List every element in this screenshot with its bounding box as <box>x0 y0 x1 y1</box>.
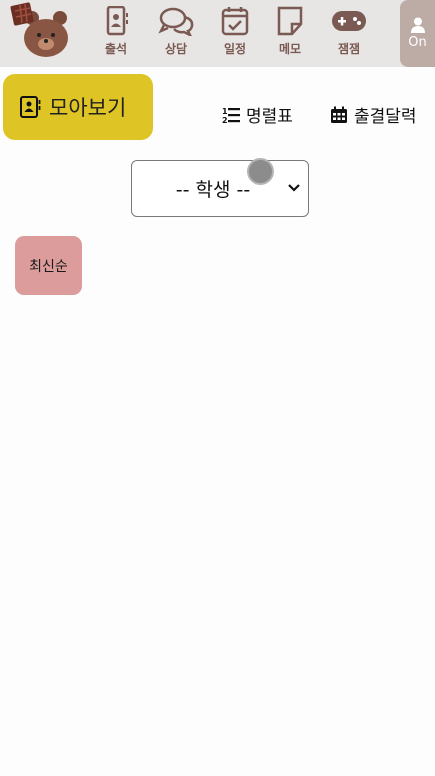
nav-label-counseling: 상담 <box>164 42 188 56</box>
attendance-calendar-link[interactable]: 출결달력 <box>330 102 417 127</box>
nav-label-attendance: 출석 <box>104 42 128 56</box>
gather-view-label: 모아보기 <box>49 96 127 120</box>
student-select[interactable]: -- 학생 -- <box>131 160 309 217</box>
sort-latest-button[interactable]: 최신순 <box>15 236 82 295</box>
nav-fun[interactable]: 잼잼 <box>325 6 373 60</box>
calendar-check-icon <box>221 7 249 36</box>
gather-view-button[interactable]: 모아보기 <box>3 74 153 140</box>
nav-label-fun: 잼잼 <box>337 42 361 56</box>
user-icon <box>410 17 425 33</box>
chevron-down-icon <box>288 184 300 192</box>
nav-label-memo: 메모 <box>278 42 302 56</box>
svg-text:1: 1 <box>222 107 228 116</box>
bear-chocolate-logo-icon[interactable] <box>10 2 72 58</box>
top-navigation-bar: 출석 상담 일정 메모 잼잼 On <box>0 0 435 67</box>
touch-cursor-indicator <box>247 158 274 185</box>
svg-text:2: 2 <box>222 116 228 124</box>
online-status-label: On <box>408 35 427 50</box>
nav-memo[interactable]: 메모 <box>266 6 314 60</box>
sticky-note-icon <box>277 6 303 36</box>
student-select-value: -- 학생 -- <box>175 179 251 201</box>
contact-book-icon <box>20 96 41 118</box>
attendance-calendar-label: 출결달력 <box>354 107 417 127</box>
chat-bubbles-icon <box>158 7 194 36</box>
contact-book-icon <box>106 6 128 36</box>
nav-counseling[interactable]: 상담 <box>152 6 200 60</box>
roster-link-label: 명렬표 <box>246 107 293 127</box>
gamepad-icon <box>332 11 366 31</box>
numbered-list-icon: 1 2 <box>222 107 240 124</box>
nav-attendance[interactable]: 출석 <box>92 6 140 60</box>
nav-label-schedule: 일정 <box>223 42 247 56</box>
roster-link[interactable]: 1 2 명렬표 <box>222 102 293 128</box>
nav-schedule[interactable]: 일정 <box>211 6 259 60</box>
online-status-button[interactable]: On <box>400 0 435 67</box>
calendar-grid-icon <box>331 106 347 123</box>
sort-latest-label: 최신순 <box>29 258 68 275</box>
